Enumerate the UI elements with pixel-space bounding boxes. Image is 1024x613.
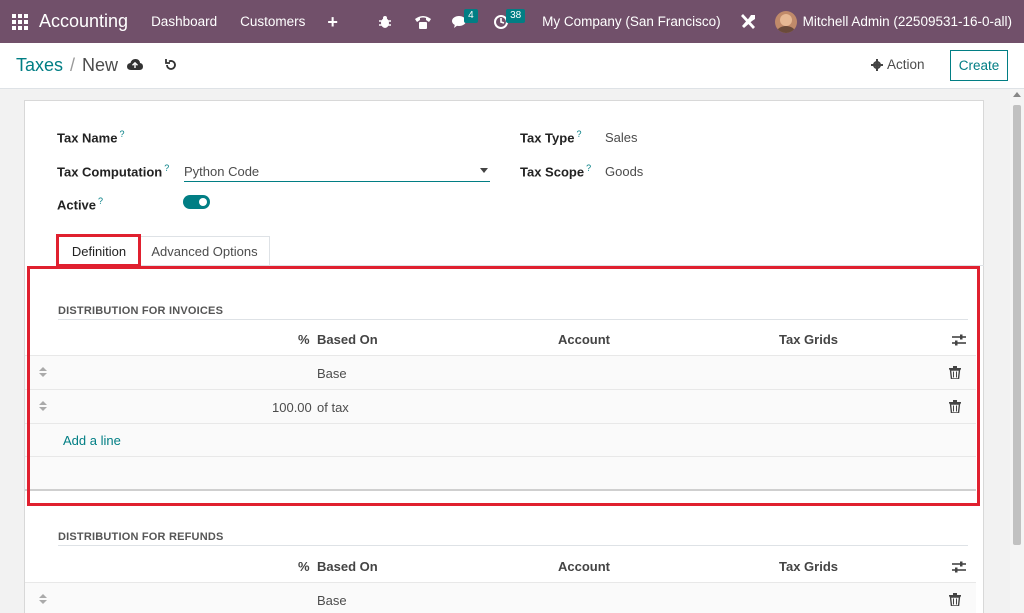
page-scrollbar[interactable] (1010, 89, 1024, 613)
tab-definition[interactable]: Definition (58, 236, 140, 266)
table-row[interactable] (25, 390, 976, 423)
table-row[interactable] (25, 356, 976, 389)
scroll-thumb[interactable] (1013, 105, 1021, 545)
refunds-section-title: DISTRIBUTION FOR REFUNDS (58, 531, 224, 543)
empty-row (25, 457, 976, 490)
breadcrumb-separator: / (70, 55, 76, 75)
tab-advanced-options[interactable]: Advanced Options (140, 236, 270, 266)
save-cloud-icon[interactable] (127, 58, 143, 75)
tax-type-select[interactable]: Sales (605, 130, 638, 145)
user-avatar[interactable] (774, 10, 797, 33)
invoices-header-percent: % (298, 332, 310, 347)
refunds-header-percent: % (298, 559, 310, 574)
delete-row-trash-icon[interactable] (949, 400, 961, 413)
messages-count-badge: 4 (464, 8, 478, 23)
tax-scope-label: Tax Scope? (520, 163, 592, 180)
control-panel: Taxes / New Action Create (0, 43, 1024, 89)
action-label: Action (887, 57, 925, 72)
invoices-header-tax-grids: Tax Grids (779, 332, 839, 347)
row-based-on[interactable]: Base (317, 593, 347, 608)
active-toggle[interactable] (183, 195, 210, 209)
action-menu-button[interactable]: Action (871, 57, 925, 72)
refunds-header-based-on: Based On (317, 559, 378, 574)
invoices-section-title: DISTRIBUTION FOR INVOICES (58, 305, 224, 317)
table-footer-divider (25, 489, 976, 491)
breadcrumb-taxes-link[interactable]: Taxes (16, 55, 63, 76)
company-switcher[interactable]: My Company (San Francisco) (542, 14, 721, 29)
drag-handle-icon[interactable] (39, 367, 47, 378)
row-based-on[interactable]: of tax (317, 400, 349, 415)
create-button[interactable]: Create (950, 50, 1008, 81)
drag-handle-icon[interactable] (39, 401, 47, 412)
debug-bug-icon[interactable] (378, 15, 392, 29)
tools-icon[interactable] (739, 13, 757, 31)
app-name[interactable]: Accounting (39, 11, 128, 32)
phone-icon[interactable] (414, 14, 432, 30)
refunds-title-divider (58, 545, 968, 546)
menu-dashboard[interactable]: Dashboard (151, 14, 217, 29)
scroll-up-arrow-icon[interactable] (1013, 92, 1021, 97)
invoices-header-account: Account (558, 332, 610, 347)
invoices-header-based-on: Based On (317, 332, 378, 347)
tax-type-label: Tax Type? (520, 129, 582, 146)
optional-columns-toggle-icon[interactable] (952, 334, 966, 346)
breadcrumb: Taxes / New (16, 55, 118, 76)
tax-computation-value: Python Code (184, 164, 260, 179)
row-percent[interactable]: 100.00 (272, 400, 312, 415)
breadcrumb-current: New (82, 55, 119, 75)
discard-undo-icon[interactable] (164, 58, 178, 75)
optional-columns-toggle-icon[interactable] (952, 561, 966, 573)
invoices-title-divider (58, 319, 968, 320)
chevron-down-icon (480, 168, 488, 173)
tax-computation-label: Tax Computation? (57, 163, 170, 180)
refunds-header-tax-grids: Tax Grids (779, 559, 839, 574)
apps-menu-icon[interactable] (12, 13, 28, 30)
delete-row-trash-icon[interactable] (949, 366, 961, 379)
refunds-header-account: Account (558, 559, 610, 574)
activities-clock-icon[interactable]: 38 (494, 8, 526, 29)
tax-computation-select[interactable]: Python Code (184, 160, 490, 182)
tax-scope-select[interactable]: Goods (605, 164, 643, 179)
row-based-on[interactable]: Base (317, 366, 347, 381)
tax-name-label: Tax Name? (57, 129, 125, 146)
table-row[interactable] (25, 583, 976, 613)
messages-chat-icon[interactable]: 4 (452, 8, 478, 29)
activities-count-badge: 38 (506, 8, 526, 23)
top-navbar: Accounting Dashboard Customers + 4 38 My… (0, 0, 1024, 43)
user-menu[interactable]: Mitchell Admin (22509531-16-0-all) (803, 14, 1012, 29)
form-sheet: Tax Name? Tax Computation? Python Code A… (24, 100, 984, 613)
drag-handle-icon[interactable] (39, 594, 47, 605)
quick-create-plus[interactable]: + (327, 13, 338, 31)
add-a-line-link[interactable]: Add a line (63, 433, 121, 448)
gear-icon (871, 58, 883, 71)
active-label: Active? (57, 196, 104, 213)
menu-customers[interactable]: Customers (240, 14, 305, 29)
delete-row-trash-icon[interactable] (949, 593, 961, 606)
add-line-row (25, 424, 976, 457)
